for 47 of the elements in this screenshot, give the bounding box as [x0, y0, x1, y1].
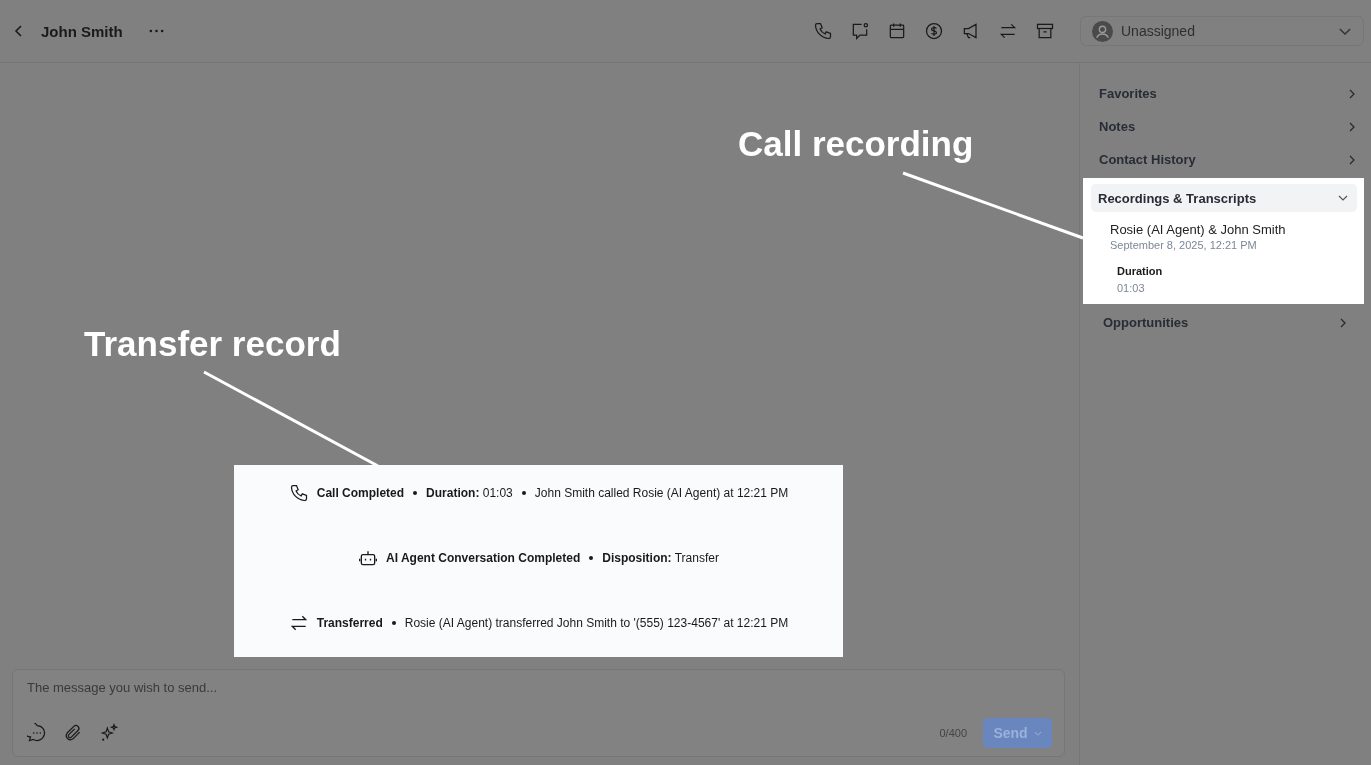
annotation-label: Call recording	[738, 124, 974, 164]
contact-name: John Smith	[41, 22, 123, 40]
bullet-icon	[413, 491, 418, 495]
message-icon[interactable]	[850, 21, 870, 41]
event-title: Transferred	[316, 616, 383, 630]
more-icon[interactable]	[148, 29, 164, 33]
character-counter: 0/400	[939, 727, 967, 739]
archive-icon[interactable]	[1035, 21, 1055, 41]
chevron-right-icon	[1349, 88, 1355, 99]
phone-icon[interactable]	[813, 21, 833, 41]
event-title: Call Completed	[316, 486, 405, 500]
event-detail: John Smith called Rosie (AI Agent) at 12:21 PM	[534, 486, 789, 500]
robot-icon	[358, 548, 379, 568]
transfer-icon[interactable]	[998, 21, 1018, 41]
dollar-icon[interactable]	[924, 21, 944, 41]
section-header[interactable]: Contact History	[1092, 143, 1364, 176]
caret-icon	[1033, 730, 1042, 736]
event-detail: Disposition: Transfer	[602, 551, 719, 565]
bullet-icon	[391, 621, 396, 625]
chevron-down-icon	[1338, 195, 1348, 201]
bullet-icon	[521, 491, 526, 495]
event-detail: Duration: 01:03	[426, 486, 513, 500]
calendar-icon[interactable]	[887, 21, 907, 41]
avatar-icon	[1092, 20, 1113, 42]
chat-bubble-icon[interactable]	[27, 723, 47, 743]
bullet-icon	[589, 556, 594, 560]
chevron-right-icon	[1340, 317, 1346, 328]
section-header[interactable]: Favorites	[1092, 77, 1364, 110]
event-detail: Rosie (AI Agent) transferred John Smith to '(555) 123-4567' at 12:21 PM	[404, 616, 789, 630]
chevron-right-icon	[1349, 121, 1355, 132]
sparkle-icon[interactable]	[99, 723, 119, 743]
annotation-label: Transfer record	[84, 324, 341, 364]
assignee-dropdown[interactable]: Unassigned	[1080, 16, 1364, 46]
chevron-right-icon	[1349, 154, 1355, 165]
duration-value: 01:03	[1117, 282, 1146, 294]
event-title: AI Agent Conversation Completed	[386, 551, 581, 565]
back-icon[interactable]	[14, 24, 24, 38]
chevron-down-icon	[1339, 27, 1351, 35]
message-input[interactable]: The message you wish to send...	[27, 680, 1052, 695]
paperclip-icon[interactable]	[63, 723, 83, 743]
phone-icon	[288, 483, 309, 503]
section-header[interactable]: Opportunities	[1092, 306, 1364, 339]
section-header[interactable]: Notes	[1092, 110, 1364, 143]
duration-label: Duration	[1117, 265, 1164, 277]
recording-date: September 8, 2025, 12:21 PM	[1110, 239, 1258, 251]
recording-title[interactable]: Rosie (AI Agent) & John Smith	[1110, 222, 1356, 237]
section-header[interactable]: Recordings & Transcripts	[1091, 184, 1357, 212]
